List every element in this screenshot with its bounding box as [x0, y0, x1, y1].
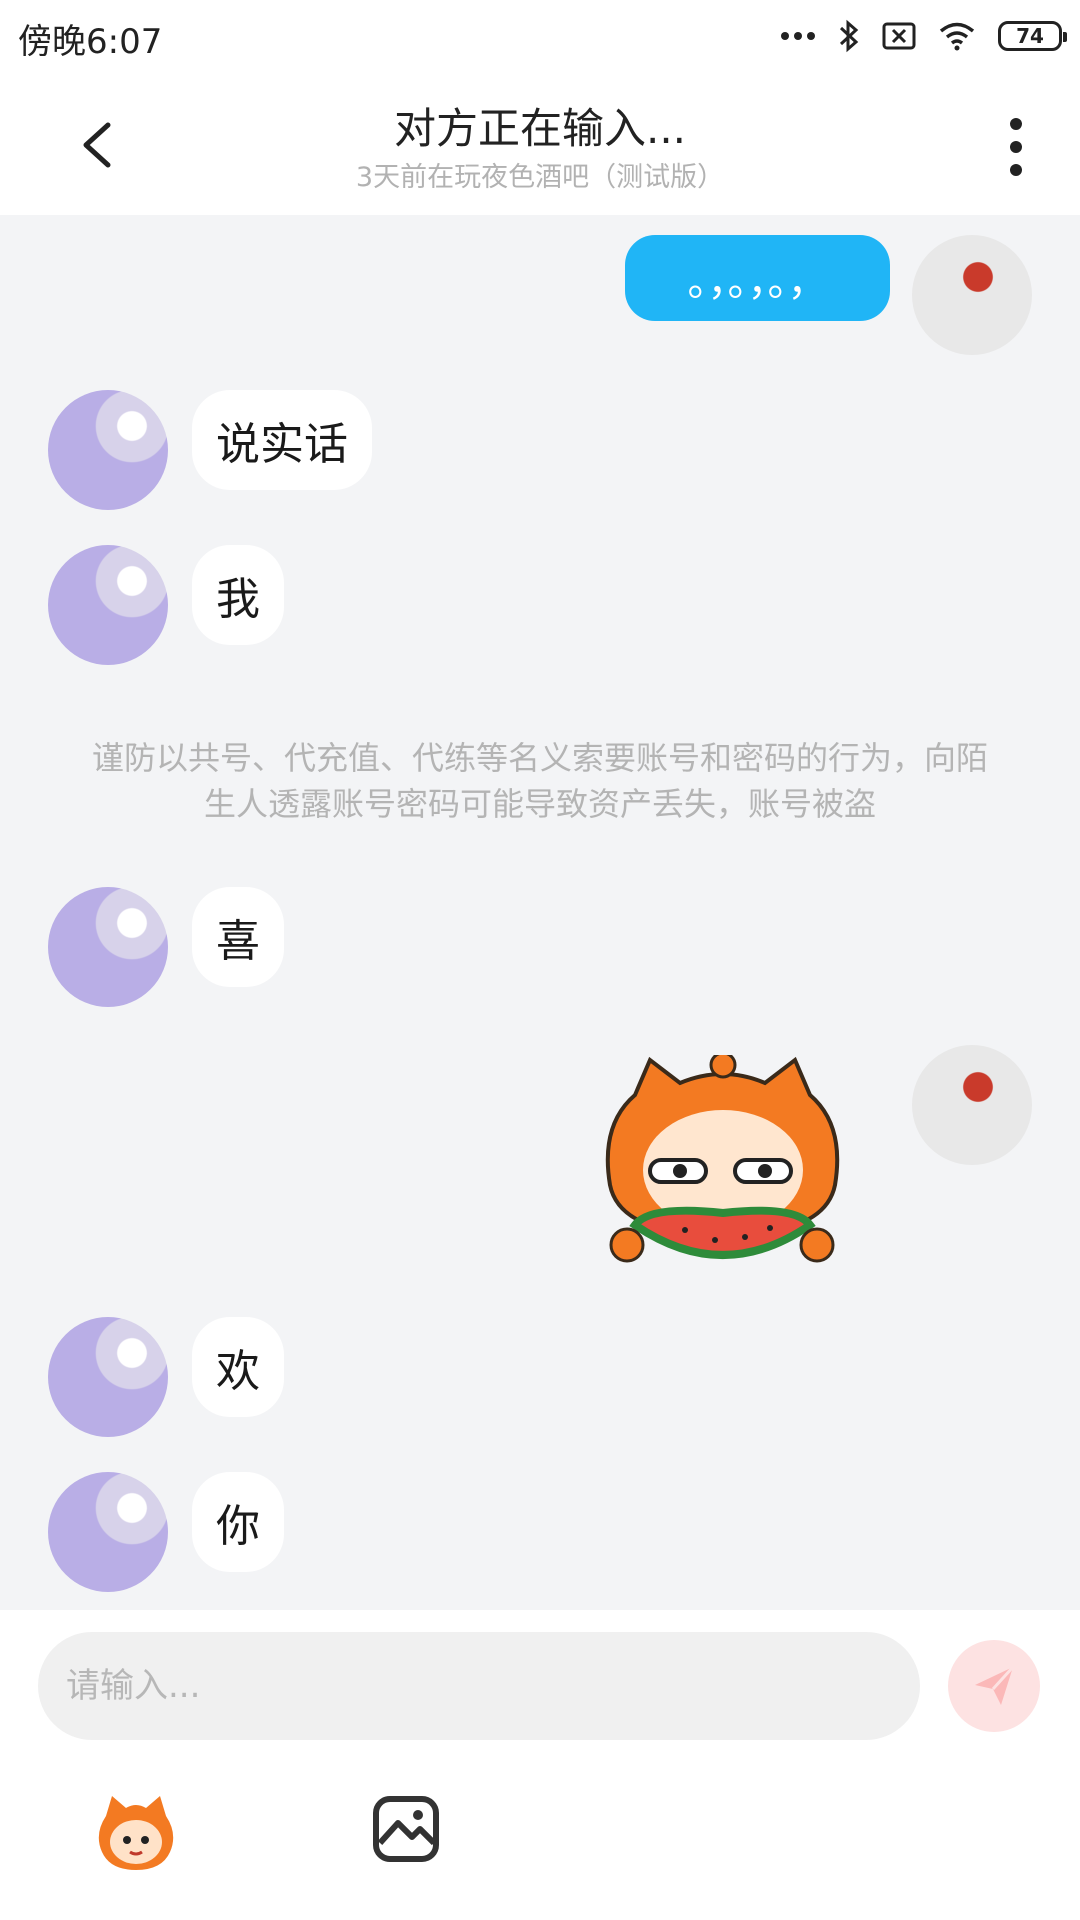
- security-notice: 谨防以共号、代充值、代练等名义索要账号和密码的行为，向陌生人透露账号密码可能导致…: [91, 739, 988, 823]
- wifi-icon: [939, 22, 975, 51]
- incoming-message-bubble[interactable]: 你: [192, 1472, 284, 1572]
- contact-avatar[interactable]: [48, 1472, 168, 1592]
- status-time: 傍晚6:07: [18, 22, 163, 62]
- incoming-message-bubble[interactable]: 欢: [192, 1317, 284, 1417]
- more-options-button[interactable]: [992, 115, 1040, 179]
- chat-message-list[interactable]: 。，。，。， 说实话 我 谨防以共号、代充值、代练等名义索要账号和密码的行为，向…: [0, 215, 1080, 1610]
- contact-avatar[interactable]: [48, 545, 168, 665]
- sim-off-icon: [882, 22, 916, 50]
- bluetooth-icon: [839, 19, 859, 53]
- my-avatar[interactable]: [912, 235, 1032, 355]
- status-icons: 74: [780, 16, 1067, 56]
- sticker-message[interactable]: [595, 1055, 850, 1285]
- chat-subtitle: 3天前在玩夜色酒吧（测试版）: [355, 162, 725, 193]
- incoming-message-bubble[interactable]: 喜: [192, 887, 284, 987]
- contact-avatar[interactable]: [48, 887, 168, 1007]
- contact-avatar[interactable]: [48, 390, 168, 510]
- sticker-icon[interactable]: [92, 1790, 180, 1878]
- battery-icon: 74: [998, 21, 1067, 51]
- message-input[interactable]: [38, 1632, 920, 1740]
- contact-avatar[interactable]: [48, 1317, 168, 1437]
- image-icon[interactable]: [372, 1795, 440, 1863]
- paper-plane-icon: [975, 1665, 1015, 1705]
- status-bar: 傍晚6:07 74: [0, 0, 1080, 75]
- send-button[interactable]: [948, 1640, 1040, 1732]
- dots-icon: [781, 32, 815, 40]
- more-vertical-icon: [1010, 118, 1022, 176]
- my-avatar[interactable]: [912, 1045, 1032, 1165]
- chat-title: 对方正在输入...: [393, 104, 687, 153]
- chat-header: 对方正在输入... 3天前在玩夜色酒吧（测试版）: [0, 75, 1080, 215]
- composer-panel: [0, 1610, 1080, 1920]
- outgoing-message-bubble[interactable]: 。，。，。，: [625, 235, 890, 321]
- incoming-message-bubble[interactable]: 说实话: [192, 390, 372, 490]
- incoming-message-bubble[interactable]: 我: [192, 545, 284, 645]
